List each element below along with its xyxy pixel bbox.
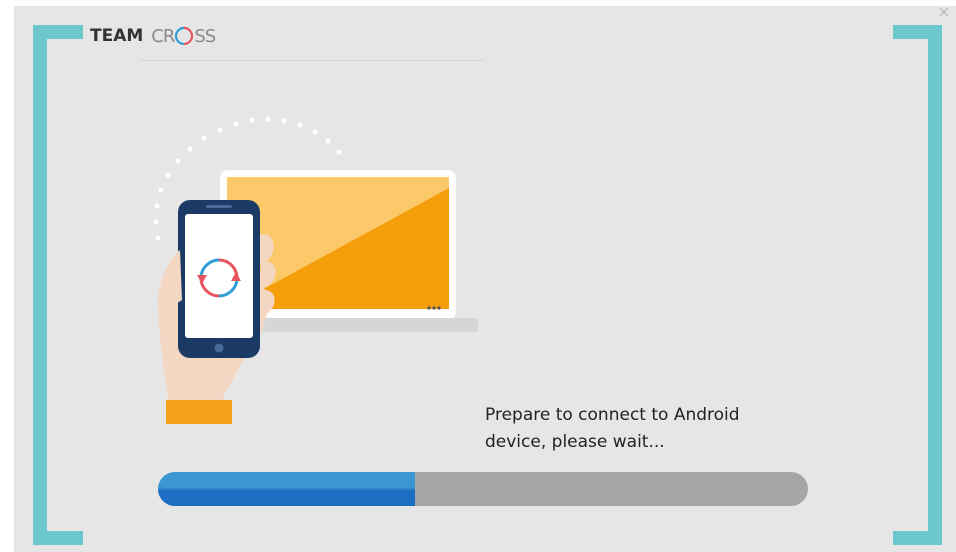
progress-bar <box>158 472 808 506</box>
status-line-1: Prepare to connect to Android <box>485 405 740 425</box>
header-divider <box>140 60 485 61</box>
logo-team-text: TEAM <box>90 26 144 46</box>
close-button[interactable]: × <box>936 4 952 20</box>
close-icon: × <box>937 2 951 21</box>
progress-bar-fill <box>158 472 415 506</box>
team-cross-logo: TEAM CR SS <box>90 22 216 50</box>
logo-sync-icon <box>175 26 194 46</box>
logo-cross-left: CR <box>151 25 175 47</box>
logo-cross-right: SS <box>194 25 216 47</box>
logo-cross-text: CR SS <box>151 25 216 47</box>
status-message: Prepare to connect to Android device, pl… <box>485 402 805 456</box>
connect-illustration <box>153 116 478 424</box>
phone <box>178 200 260 358</box>
status-line-2: device, please wait... <box>485 432 665 452</box>
